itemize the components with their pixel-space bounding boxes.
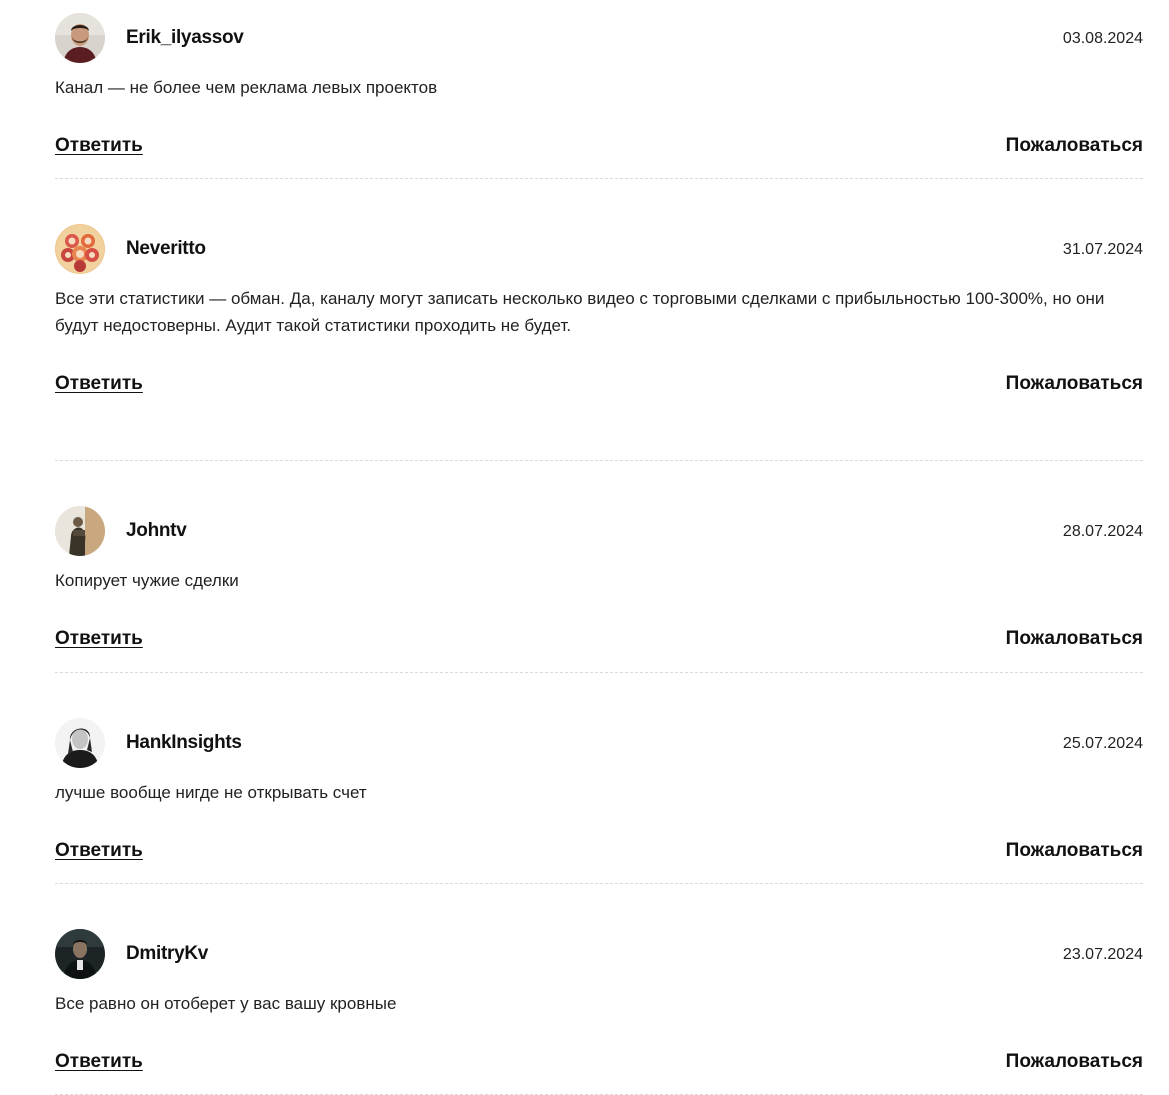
report-link[interactable]: Пожаловаться bbox=[1006, 371, 1143, 397]
avatar[interactable] bbox=[55, 224, 105, 274]
comment-item: HankInsights 25.07.2024 лучше вообще ниг… bbox=[55, 718, 1143, 884]
avatar[interactable] bbox=[55, 929, 105, 979]
comment-item: Johntv 28.07.2024 Копирует чужие сделки … bbox=[55, 506, 1143, 673]
reply-link[interactable]: Ответить bbox=[55, 626, 143, 652]
comment-username[interactable]: Erik_ilyassov bbox=[126, 26, 244, 50]
reply-link[interactable]: Ответить bbox=[55, 1049, 143, 1075]
user-photo-icon bbox=[55, 506, 105, 556]
comment-text: Все равно он отоберет у вас вашу кровные bbox=[55, 994, 397, 1013]
comment-date: 03.08.2024 bbox=[1062, 30, 1143, 47]
comment-date: 28.07.2024 bbox=[1062, 523, 1143, 540]
comment-username[interactable]: Johntv bbox=[126, 519, 187, 543]
report-link[interactable]: Пожаловаться bbox=[1006, 626, 1143, 652]
comment-date: 31.07.2024 bbox=[1062, 241, 1143, 258]
comment-text: Все эти статистики — обман. Да, каналу м… bbox=[55, 289, 1105, 335]
comment-actions: Ответить Пожаловаться bbox=[55, 838, 1143, 868]
comment-header: Erik_ilyassov 03.08.2024 bbox=[55, 13, 1143, 63]
avatar[interactable] bbox=[55, 506, 105, 556]
comment-text: Канал — не более чем реклама левых проек… bbox=[55, 78, 438, 97]
comment-actions: Ответить Пожаловаться bbox=[55, 1049, 1143, 1079]
report-link[interactable]: Пожаловаться bbox=[1006, 838, 1143, 864]
comments-list: Erik_ilyassov 03.08.2024 Канал — не боле… bbox=[55, 13, 1143, 1095]
avatar[interactable] bbox=[55, 13, 105, 63]
comment-text: лучше вообще нигде не открывать счет bbox=[55, 783, 367, 802]
comment-item: Erik_ilyassov 03.08.2024 Канал — не боле… bbox=[55, 13, 1143, 179]
comment-date: 25.07.2024 bbox=[1062, 735, 1143, 752]
illustrated-faces-icon bbox=[55, 224, 105, 274]
reply-link[interactable]: Ответить bbox=[55, 838, 143, 864]
comment-username[interactable]: Neveritto bbox=[126, 237, 206, 261]
comment-item: DmitryKv 23.07.2024 Все равно он отобере… bbox=[55, 929, 1143, 1095]
comment-actions: Ответить Пожаловаться bbox=[55, 371, 1143, 401]
user-photo-icon bbox=[55, 718, 105, 768]
comment-header: HankInsights 25.07.2024 bbox=[55, 718, 1143, 768]
report-link[interactable]: Пожаловаться bbox=[1006, 1049, 1143, 1075]
comment-username[interactable]: HankInsights bbox=[126, 731, 242, 755]
reply-link[interactable]: Ответить bbox=[55, 133, 143, 159]
comment-header: DmitryKv 23.07.2024 bbox=[55, 929, 1143, 979]
comment-header: Neveritto 31.07.2024 bbox=[55, 224, 1143, 274]
comment-actions: Ответить Пожаловаться bbox=[55, 133, 1143, 163]
user-photo-icon bbox=[55, 13, 105, 63]
comment-actions: Ответить Пожаловаться bbox=[55, 626, 1143, 656]
report-link[interactable]: Пожаловаться bbox=[1006, 133, 1143, 159]
comment-text: Копирует чужие сделки bbox=[55, 571, 239, 590]
user-photo-icon bbox=[55, 929, 105, 979]
comment-username[interactable]: DmitryKv bbox=[126, 942, 208, 966]
comment-header: Johntv 28.07.2024 bbox=[55, 506, 1143, 556]
reply-link[interactable]: Ответить bbox=[55, 371, 143, 397]
avatar[interactable] bbox=[55, 718, 105, 768]
comment-date: 23.07.2024 bbox=[1062, 946, 1143, 963]
comment-item: Neveritto 31.07.2024 Все эти статистики … bbox=[55, 224, 1143, 461]
